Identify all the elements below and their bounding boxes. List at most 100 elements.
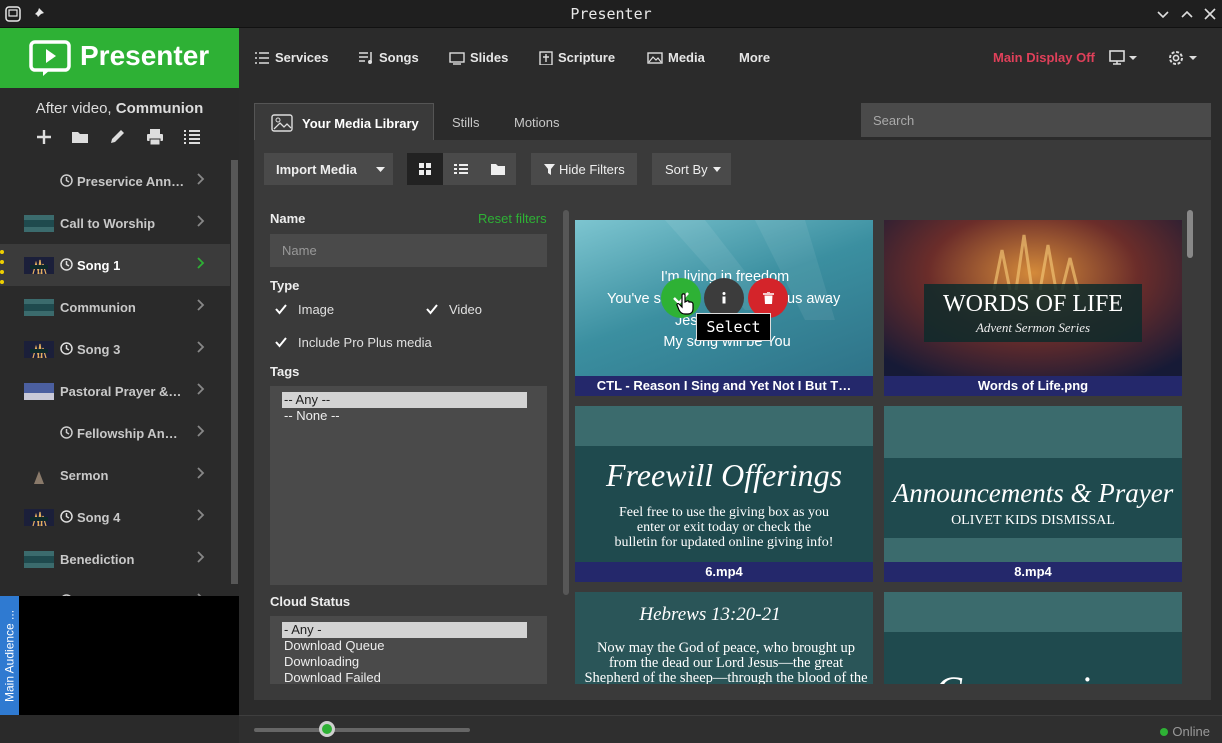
close-icon[interactable]	[1202, 6, 1218, 22]
media-card[interactable]: Announcements & Prayer OLIVET KIDS DISMI…	[884, 406, 1182, 582]
folder-icon[interactable]	[71, 128, 89, 146]
add-icon[interactable]	[35, 128, 53, 146]
service-item[interactable]: Sermon	[0, 454, 230, 496]
service-item-list: Preservice Ann… Call to Worship Song 1 Comm…	[0, 160, 230, 624]
list-view-button[interactable]	[443, 153, 479, 185]
print-icon[interactable]	[146, 128, 164, 146]
nav-scripture[interactable]: Scripture	[539, 50, 615, 66]
tab-motions[interactable]: Motions	[514, 115, 560, 130]
clock-icon	[60, 258, 73, 271]
hide-filters-button[interactable]: Hide Filters	[531, 153, 637, 185]
chevron-right-icon[interactable]	[197, 467, 205, 482]
thumbnail-line: Shepherd of the sheep—through the blood …	[584, 670, 867, 684]
tab-media-library[interactable]: Your Media Library	[254, 103, 434, 144]
nav-media[interactable]: Media	[647, 50, 705, 65]
checkmark-icon	[275, 304, 287, 315]
type-filter-label: Type	[270, 278, 300, 293]
zoom-slider-handle[interactable]	[319, 721, 335, 737]
filters-panel: Name Reset filters Type Image Video Incl…	[254, 195, 564, 700]
name-filter-input[interactable]	[270, 234, 547, 267]
tags-option[interactable]: -- None --	[282, 408, 527, 424]
list-icon	[454, 164, 468, 174]
chevron-right-icon[interactable]	[197, 551, 205, 566]
service-item[interactable]: Preservice Ann…	[0, 160, 230, 202]
media-card[interactable]: WORDS OF LIFE Advent Sermon Series Words…	[884, 220, 1182, 396]
delete-button[interactable]	[748, 278, 788, 318]
drag-handle[interactable]	[0, 246, 5, 288]
service-item-label: Fellowship An…	[77, 426, 178, 441]
cloud-option[interactable]: Downloading	[282, 654, 527, 670]
display-status[interactable]: Main Display Off	[993, 50, 1095, 65]
chevron-right-icon[interactable]	[197, 509, 205, 524]
checkmark-icon	[426, 304, 438, 315]
thumbnail-title: Freewill Offerings	[605, 457, 842, 493]
cloud-status-listbox[interactable]: - Any - Download Queue Downloading Downl…	[270, 616, 547, 684]
main-audience-tab[interactable]: Main Audience ...	[0, 596, 19, 715]
thumbnail-subtitle: Advent Sermon Series	[975, 320, 1090, 335]
tags-listbox[interactable]: -- Any -- -- None --	[270, 386, 547, 585]
cloud-option[interactable]: Download Queue	[282, 638, 527, 654]
cloud-option[interactable]: Download Failed	[282, 670, 527, 684]
service-item[interactable]: Benediction	[0, 538, 230, 580]
service-item[interactable]: Pastoral Prayer &…	[0, 370, 230, 412]
nav-songs[interactable]: Songs	[358, 50, 419, 65]
import-media-button[interactable]: Import Media	[264, 153, 393, 185]
video-checkbox[interactable]: Video	[425, 302, 482, 317]
edit-icon[interactable]	[108, 128, 126, 146]
image-checkbox[interactable]: Image	[274, 302, 334, 317]
slide-thumbnail	[24, 509, 54, 527]
media-card[interactable]: Freewill Offerings Feel free to use the …	[575, 406, 873, 582]
cloud-option[interactable]: - Any -	[282, 622, 527, 638]
list-view-icon[interactable]	[183, 128, 201, 146]
chevron-right-icon[interactable]	[197, 383, 205, 398]
chevron-right-icon[interactable]	[197, 215, 205, 230]
chevron-down-icon	[376, 167, 385, 172]
presenter-logo-icon	[28, 39, 72, 82]
chevron-right-icon[interactable]	[197, 173, 205, 188]
scripture-icon	[539, 51, 553, 66]
info-button[interactable]	[704, 278, 744, 318]
tags-option[interactable]: -- Any --	[282, 392, 527, 408]
pro-plus-checkbox[interactable]: Include Pro Plus media	[274, 335, 432, 350]
settings-gear-icon[interactable]	[1167, 49, 1199, 72]
zoom-slider[interactable]	[254, 728, 470, 732]
sort-by-button[interactable]: Sort By	[652, 153, 731, 185]
nav-more[interactable]: More	[739, 50, 770, 65]
service-item-label: Song 4	[77, 510, 121, 525]
grid-view-button[interactable]	[407, 153, 443, 185]
service-item-label: Call to Worship	[60, 216, 156, 231]
service-item[interactable]: Song 4	[0, 496, 230, 538]
media-card[interactable]: Hebrews 13:20-21 Now may the God of peac…	[575, 592, 873, 684]
media-icon	[647, 52, 663, 64]
media-library-icon	[271, 114, 293, 132]
maximize-icon[interactable]	[1179, 6, 1195, 22]
search-input[interactable]	[861, 103, 1211, 137]
thumbnail-title: Hebrews 13:20-21	[638, 604, 780, 625]
chevron-right-icon[interactable]	[197, 257, 205, 272]
chevron-right-icon[interactable]	[197, 425, 205, 440]
minimize-icon[interactable]	[1155, 6, 1171, 22]
chevron-right-icon[interactable]	[197, 341, 205, 356]
nav-services[interactable]: Services	[254, 50, 329, 65]
clock-icon	[60, 342, 73, 355]
media-grid-scrollbar[interactable]	[1187, 210, 1193, 258]
service-item[interactable]: Communion	[0, 286, 230, 328]
service-item[interactable]: Song 1	[0, 244, 230, 286]
service-item[interactable]: Fellowship An…	[0, 412, 230, 454]
tab-stills[interactable]: Stills	[452, 115, 479, 130]
sidebar-scrollbar[interactable]	[231, 160, 238, 584]
slide-thumbnail	[24, 341, 54, 359]
services-icon	[255, 52, 269, 64]
reset-filters-link[interactable]: Reset filters	[478, 211, 547, 226]
media-thumbnail: Announcements & Prayer OLIVET KIDS DISMI…	[884, 458, 1182, 538]
folder-view-button[interactable]	[479, 153, 516, 185]
service-item[interactable]: Call to Worship	[0, 202, 230, 244]
nav-slides[interactable]: Slides	[449, 50, 508, 65]
chevron-right-icon[interactable]	[197, 299, 205, 314]
monitor-icon[interactable]	[1109, 50, 1139, 71]
service-item[interactable]: Song 3	[0, 328, 230, 370]
tab-media-library-label: Your Media Library	[302, 116, 419, 131]
thumbnail-line: from the dead our Lord Jesus—the great	[609, 655, 843, 671]
media-card[interactable]: Communion	[884, 592, 1182, 684]
filters-scrollbar[interactable]	[563, 210, 569, 595]
